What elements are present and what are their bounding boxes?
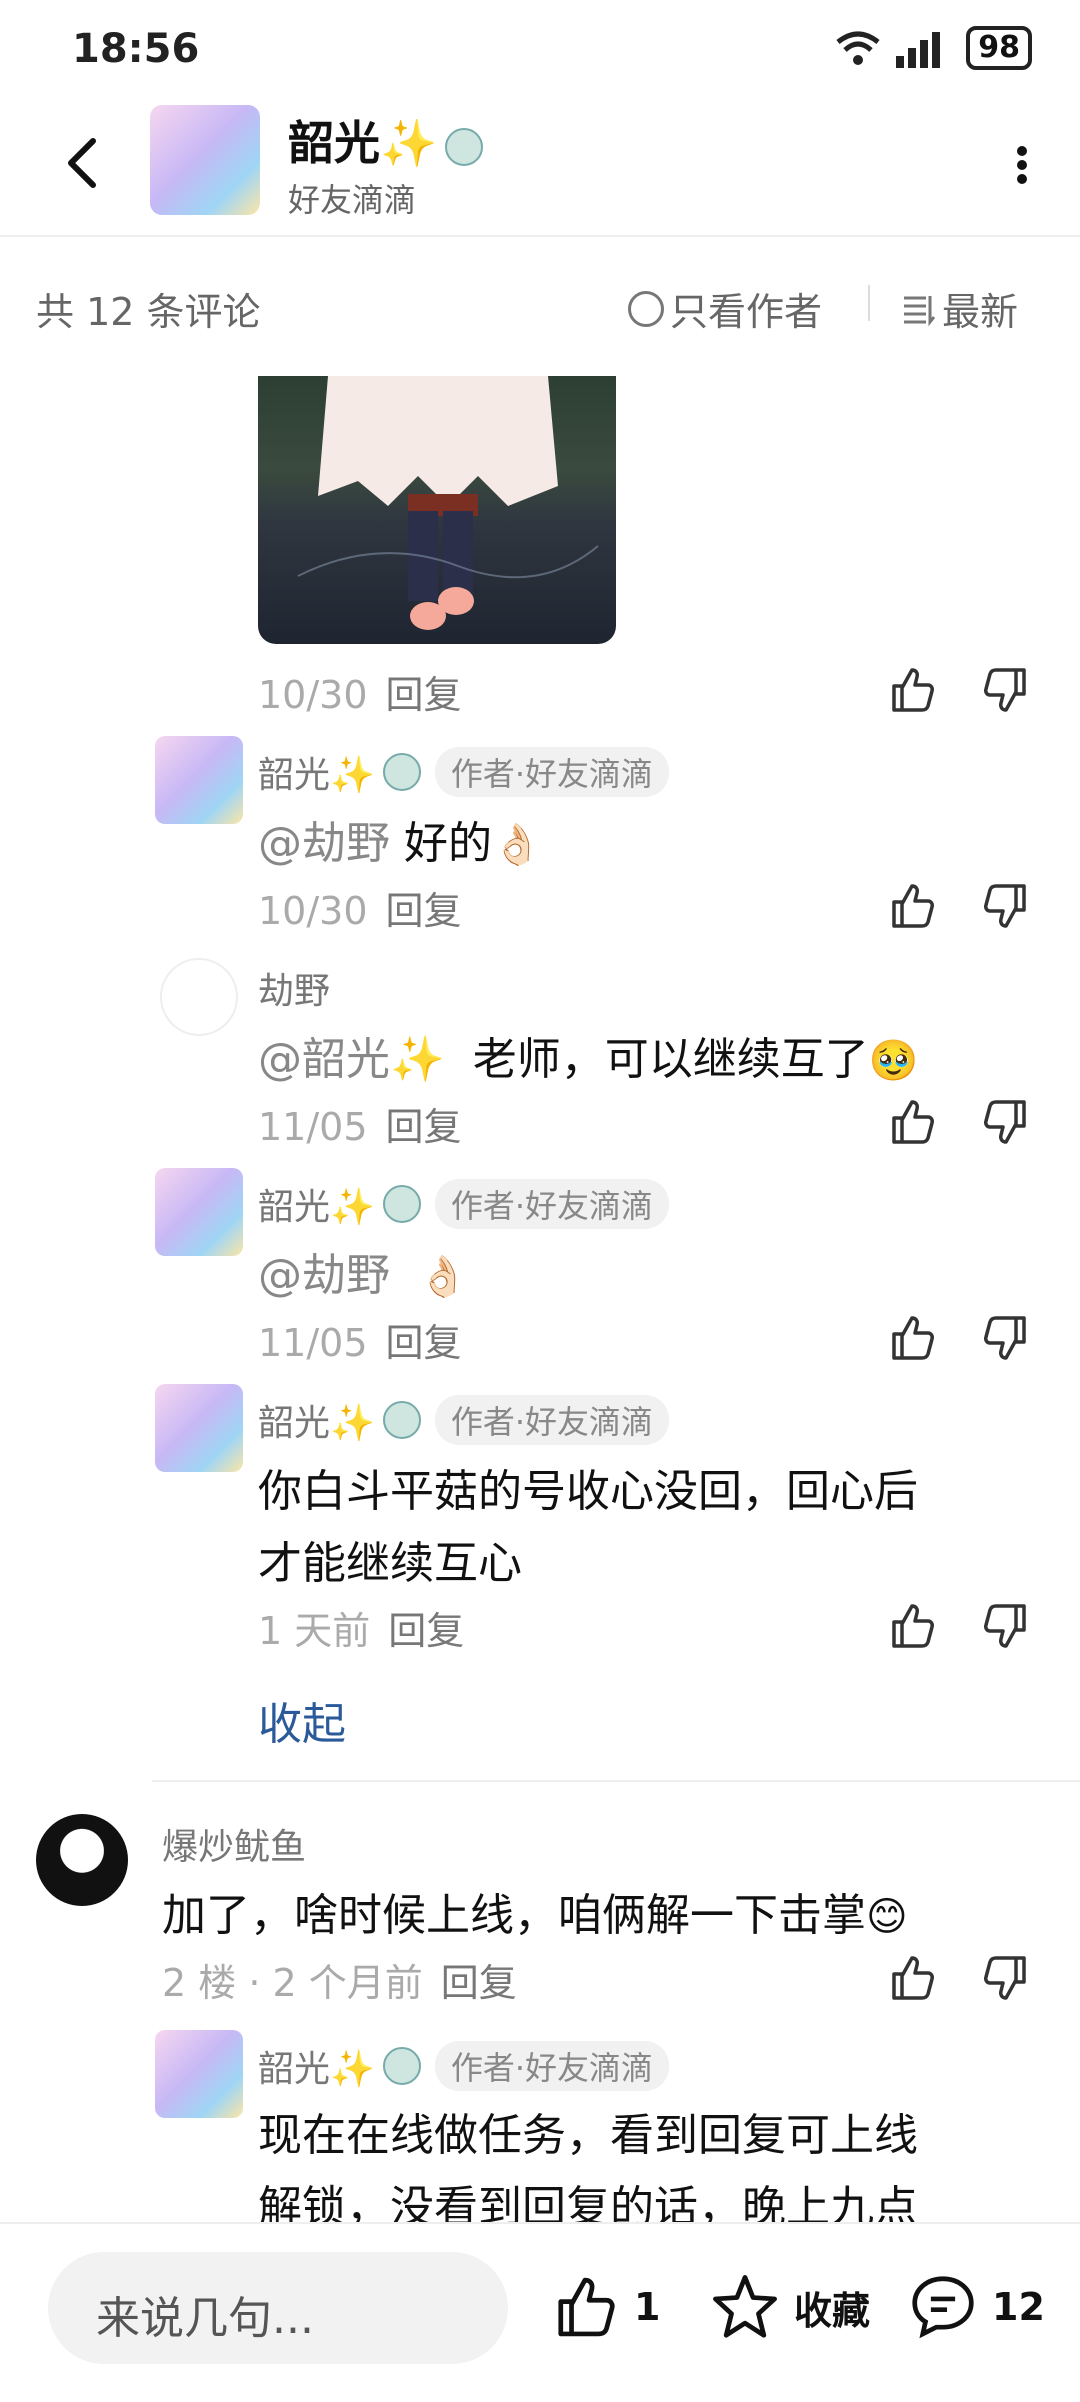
reply-button[interactable]: 回复: [386, 1321, 462, 1365]
star-icon: [713, 2275, 777, 2338]
thumbs-up-icon[interactable]: [886, 1952, 938, 2004]
thumbs-up-icon[interactable]: [886, 1600, 938, 1652]
comment-author: 韶光✨ 作者·好友滴滴: [258, 1178, 670, 1230]
thumbs-down-icon[interactable]: [980, 664, 1032, 716]
back-arrow-icon[interactable]: [55, 133, 115, 193]
comment-input[interactable]: 来说几句...: [48, 2252, 508, 2364]
vote-buttons: [886, 1312, 1032, 1364]
vote-buttons: [886, 1096, 1032, 1148]
thumbs-down-icon[interactable]: [980, 1952, 1032, 2004]
comment-meta: 11/05 回复: [258, 1321, 462, 1365]
only-author-toggle[interactable]: 只看作者: [628, 281, 822, 336]
radio-circle-icon: [628, 290, 664, 327]
sort-button[interactable]: 最新: [902, 281, 1018, 336]
vote-buttons: [886, 1600, 1032, 1652]
status-icons: 98: [834, 24, 1032, 72]
signal-icon: [896, 32, 941, 68]
comment-meta: 10/30 回复: [258, 889, 462, 933]
thumbs-up-icon[interactable]: [886, 880, 938, 932]
favorite-label: 收藏: [794, 2288, 871, 2333]
avatar[interactable]: [155, 2030, 243, 2118]
comment-meta: 10/30 回复: [258, 673, 462, 717]
vote-buttons: [886, 664, 1032, 716]
vote-buttons: [886, 1952, 1032, 2004]
thumbs-up-icon[interactable]: [886, 1096, 938, 1148]
more-options-icon[interactable]: [1014, 145, 1030, 185]
thumbs-up-icon[interactable]: [886, 664, 938, 716]
mention-link[interactable]: @劫野: [258, 818, 390, 869]
wifi-icon: [836, 31, 880, 65]
comment-author: 韶光✨ 作者·好友滴滴: [258, 1394, 670, 1446]
avatar[interactable]: [155, 736, 243, 824]
sort-icon: [904, 295, 936, 326]
thumbs-down-icon[interactable]: [980, 1600, 1032, 1652]
favorite-button[interactable]: 收藏: [710, 2272, 870, 2342]
comment-text: @韶光✨ 老师，可以继续互了🥹: [258, 1034, 919, 1085]
member-badge-icon: [382, 1401, 421, 1439]
member-badge-icon: [445, 127, 484, 166]
like-button[interactable]: 1: [550, 2272, 660, 2342]
mention-link[interactable]: @劫野: [258, 1250, 390, 1301]
status-time: 18:56: [72, 26, 200, 72]
member-badge-icon: [382, 2047, 421, 2085]
author-tag: 作者·好友滴滴: [434, 1395, 670, 1445]
member-badge-icon: [382, 1185, 421, 1223]
sort-label: 最新: [942, 290, 1019, 334]
page-header: 韶光✨ 好友滴滴: [0, 95, 1080, 237]
battery-indicator: 98: [966, 26, 1032, 70]
comment-author: 韶光✨ 作者·好友滴滴: [258, 2040, 670, 2092]
comments-button[interactable]: 12: [908, 2272, 1045, 2342]
reply-button[interactable]: 回复: [388, 1609, 464, 1653]
comment-author: 劫野: [258, 971, 331, 1012]
bottom-action-bar: 来说几句... 1 收藏 12: [0, 2222, 1080, 2402]
reply-button[interactable]: 回复: [441, 1961, 517, 2005]
avatar[interactable]: [160, 958, 238, 1036]
comment-text: 加了，啥时候上线，咱俩解一下击掌😊: [162, 1890, 908, 1941]
author-tag: 作者·好友滴滴: [434, 1179, 670, 1229]
comment-author: 韶光✨ 作者·好友滴滴: [258, 746, 670, 798]
divider: [152, 1780, 1080, 1782]
member-badge-icon: [382, 753, 421, 791]
thumbs-down-icon[interactable]: [980, 880, 1032, 932]
comment-meta: 11/05 回复: [258, 1105, 462, 1149]
page-subtitle: 好友滴滴: [288, 181, 417, 219]
mention-link[interactable]: @韶光✨: [258, 1034, 445, 1085]
only-author-label: 只看作者: [670, 290, 823, 334]
thumbs-down-icon[interactable]: [980, 1096, 1032, 1148]
reply-button[interactable]: 回复: [386, 673, 462, 717]
like-count: 1: [634, 2285, 661, 2329]
comment-filter-bar: 共 12 条评论 只看作者 最新: [0, 255, 1080, 355]
comment-meta: 2 楼 · 2 个月前 回复: [162, 1961, 517, 2005]
author-tag: 作者·好友滴滴: [434, 2041, 670, 2091]
comment-meta: 1 天前 回复: [258, 1609, 465, 1653]
comment-text: @劫野 👌🏻: [258, 1250, 468, 1301]
collapse-replies-link[interactable]: 收起: [258, 1688, 346, 1752]
reply-button[interactable]: 回复: [386, 1105, 462, 1149]
comment-count-badge: 12: [992, 2285, 1045, 2329]
comment-author: 爆炒鱿鱼: [162, 1827, 307, 1868]
vote-buttons: [886, 880, 1032, 932]
thumbs-down-icon[interactable]: [980, 1312, 1032, 1364]
page-title: 韶光✨: [288, 107, 484, 173]
author-tag: 作者·好友滴滴: [434, 747, 670, 797]
avatar[interactable]: [155, 1384, 243, 1472]
avatar[interactable]: [155, 1168, 243, 1256]
thumbs-up-icon: [558, 2277, 615, 2337]
comment-image[interactable]: [258, 376, 616, 644]
comment-bubble-icon: [912, 2276, 974, 2339]
divider: [868, 285, 870, 321]
comment-text: 你白斗平菇的号收心没回，回心后 才能继续互心: [258, 1466, 918, 1589]
thumbs-up-icon[interactable]: [886, 1312, 938, 1364]
status-bar: 18:56 98: [0, 0, 1080, 95]
comment-input-placeholder: 来说几句...: [96, 2293, 314, 2344]
character-figure: [297, 376, 599, 630]
avatar[interactable]: [36, 1814, 128, 1906]
comment-count: 共 12 条评论: [36, 290, 261, 334]
reply-button[interactable]: 回复: [386, 889, 462, 933]
profile-avatar[interactable]: [150, 105, 260, 215]
comment-text: @劫野 好的👌🏻: [258, 818, 542, 869]
